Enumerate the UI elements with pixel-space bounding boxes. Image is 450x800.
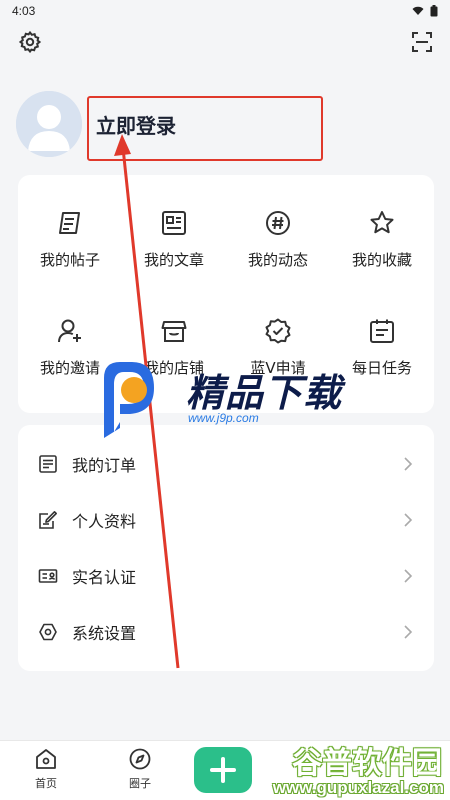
annotation-highlight-box (87, 96, 323, 161)
list-item-profile[interactable]: 个人资料 (18, 492, 434, 548)
list-item-label: 个人资料 (72, 512, 137, 531)
grid-item-label: 每日任务 (351, 358, 412, 377)
compass-icon (129, 748, 151, 770)
settings-hex-icon (39, 623, 57, 641)
id-card-icon (38, 569, 58, 583)
chevron-right-icon (404, 569, 413, 583)
chevron-right-icon (404, 513, 413, 527)
grid-item-my-articles[interactable]: 我的文章 (122, 185, 226, 293)
watermark-secondary-url: www.gupuxlazal.com (272, 778, 444, 797)
nav-home-label: 首页 (35, 777, 57, 790)
watermark-primary-url: www.j9p.com (188, 411, 259, 425)
status-time: 4:03 (12, 4, 36, 18)
order-icon (39, 455, 57, 473)
menu-list-card: 我的订单 个人资料 实名认证 系统设置 (18, 425, 434, 671)
list-item-label: 我的订单 (72, 456, 137, 475)
list-item-system-settings[interactable]: 系统设置 (18, 604, 434, 660)
top-toolbar (0, 28, 450, 56)
invite-icon (58, 319, 81, 342)
status-icons (412, 5, 438, 17)
list-item-real-name-verify[interactable]: 实名认证 (18, 548, 434, 604)
grid-item-label: 我的邀请 (39, 358, 100, 377)
battery-icon (430, 5, 438, 17)
edit-profile-icon (39, 511, 57, 529)
chevron-right-icon (404, 457, 413, 471)
status-bar: 4:03 (0, 0, 450, 22)
list-item-my-orders[interactable]: 我的订单 (18, 436, 434, 492)
avatar[interactable] (16, 91, 82, 157)
gear-icon[interactable] (18, 30, 42, 58)
plus-icon (210, 757, 236, 783)
badge-check-icon (265, 318, 291, 343)
grid-item-label: 我的帖子 (39, 250, 100, 269)
wifi-icon (412, 6, 424, 15)
watermark-primary-title: 精品下载 (186, 371, 343, 415)
grid-item-my-favorites[interactable]: 我的收藏 (330, 185, 434, 293)
grid-item-label: 我的动态 (247, 250, 308, 269)
home-icon (36, 749, 56, 769)
nav-circle-label: 圈子 (129, 777, 151, 790)
watermark-secondary: 谷普软件园 www.gupuxlazal.com (250, 738, 450, 800)
post-icon (59, 211, 80, 234)
scan-icon[interactable] (410, 30, 434, 58)
grid-item-label: 我的收藏 (351, 250, 412, 269)
list-item-label: 实名认证 (72, 568, 137, 587)
watermark-secondary-title: 谷普软件园 (292, 746, 442, 781)
nav-home[interactable]: 首页 (16, 747, 76, 791)
article-icon (162, 210, 186, 235)
list-item-label: 系统设置 (72, 624, 137, 643)
watermark-primary: 精品下载 www.j9p.com (98, 356, 360, 442)
calendar-task-icon (370, 319, 394, 343)
chevron-right-icon (404, 625, 413, 639)
star-icon (370, 210, 394, 233)
watermark-logo-icon (104, 362, 154, 438)
nav-circle[interactable]: 圈子 (110, 747, 170, 791)
add-post-button[interactable] (194, 747, 252, 793)
grid-item-my-moments[interactable]: 我的动态 (226, 185, 330, 293)
hashtag-icon (266, 210, 290, 235)
store-icon (161, 320, 187, 342)
grid-item-my-posts[interactable]: 我的帖子 (18, 185, 122, 293)
grid-item-label: 我的文章 (143, 250, 204, 269)
